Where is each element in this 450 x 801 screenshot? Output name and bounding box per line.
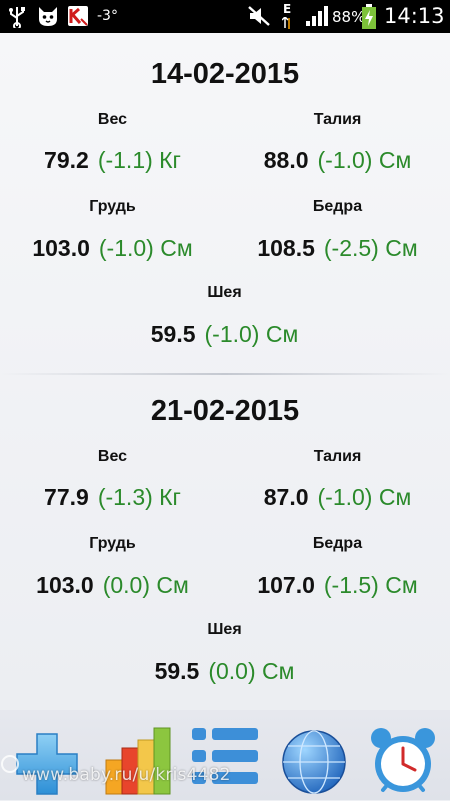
neck-delta: (-1.0) См [204,321,299,347]
clock-text: 14:13 [384,4,445,28]
weight-value: 77.9 [44,484,89,510]
reminder-button[interactable] [368,722,438,796]
chest-value: 103.0 [36,572,94,598]
temperature-text: -3° [97,8,118,24]
entry-date: 14-02-2015 [150,58,300,90]
weight-measurement: 77.9 (-1.3) Кг [0,484,225,511]
neck-value: 59.5 [150,321,196,347]
signal-icon [306,6,328,26]
waist-measurement: 88.0 (-1.0) См [225,147,450,174]
waist-delta: (-1.0) См [317,484,412,510]
weight-value: 79.2 [44,147,89,173]
hips-value: 108.5 [257,235,315,261]
hips-label: Бедра [312,535,363,552]
neck-label: Шея [207,284,242,301]
waist-value: 87.0 [263,484,309,510]
measurements-list: 14-02-2015 Вес Талия 79.2 (-1.1) Кг 88.0 (… [0,33,450,710]
antivirus-icon [68,6,88,26]
waist-measurement: 87.0 (-1.0) См [225,484,450,511]
watermark-logo [1,755,19,773]
chest-value: 103.0 [32,235,90,261]
chest-delta: (-1.0) См [98,235,193,261]
status-bar: -3° E 88% 14:13 [0,0,450,33]
waist-label: Талия [313,111,362,128]
alarm-clock-icon [371,728,435,792]
waist-label: Талия [313,448,362,465]
usb-icon [9,7,25,28]
mute-icon [248,6,270,26]
hips-value: 107.0 [257,572,315,598]
neck-measurement: 59.5 (0.0) См [112,658,337,685]
hips-measurement: 107.0 (-1.5) См [225,572,450,599]
entry-date: 21-02-2015 [150,395,300,427]
data-arrows-icon [282,17,290,29]
weight-delta: (-1.3) Кг [97,484,181,510]
chest-measurement: 103.0 (-1.0) См [0,235,225,262]
neck-label: Шея [207,621,242,638]
chest-label: Грудь [89,535,136,552]
hips-measurement: 108.5 (-2.5) См [225,235,450,262]
globe-icon [282,730,346,794]
network-type-text: E [283,2,292,16]
measurement-card[interactable]: 14-02-2015 Вес Талия 79.2 (-1.1) Кг 88.0 (… [0,33,450,373]
measurement-card[interactable]: 21-02-2015 Вес Талия 77.9 (-1.3) Кг 87.0 (… [0,370,450,710]
web-button[interactable] [280,722,350,796]
battery-charging-icon [362,4,376,29]
neck-measurement: 59.5 (-1.0) См [112,321,337,348]
hips-delta: (-1.5) См [323,572,418,598]
waist-delta: (-1.0) См [317,147,412,173]
bottom-toolbar [0,710,450,800]
hips-label: Бедра [312,198,363,215]
weight-delta: (-1.1) Кг [97,147,181,173]
battery-percent-text: 88% [332,8,366,26]
chest-label: Грудь [89,198,136,215]
weight-label: Вес [97,448,128,465]
waist-value: 88.0 [263,147,309,173]
hips-delta: (-2.5) См [323,235,418,261]
chest-delta: (0.0) См [102,572,189,598]
chest-measurement: 103.0 (0.0) См [0,572,225,599]
weight-measurement: 79.2 (-1.1) Кг [0,147,225,174]
weight-label: Вес [97,111,128,128]
cat-app-icon [39,7,57,26]
neck-value: 59.5 [154,658,200,684]
neck-delta: (0.0) См [208,658,295,684]
watermark-text: www.baby.ru/u/kris4482 [22,765,231,785]
